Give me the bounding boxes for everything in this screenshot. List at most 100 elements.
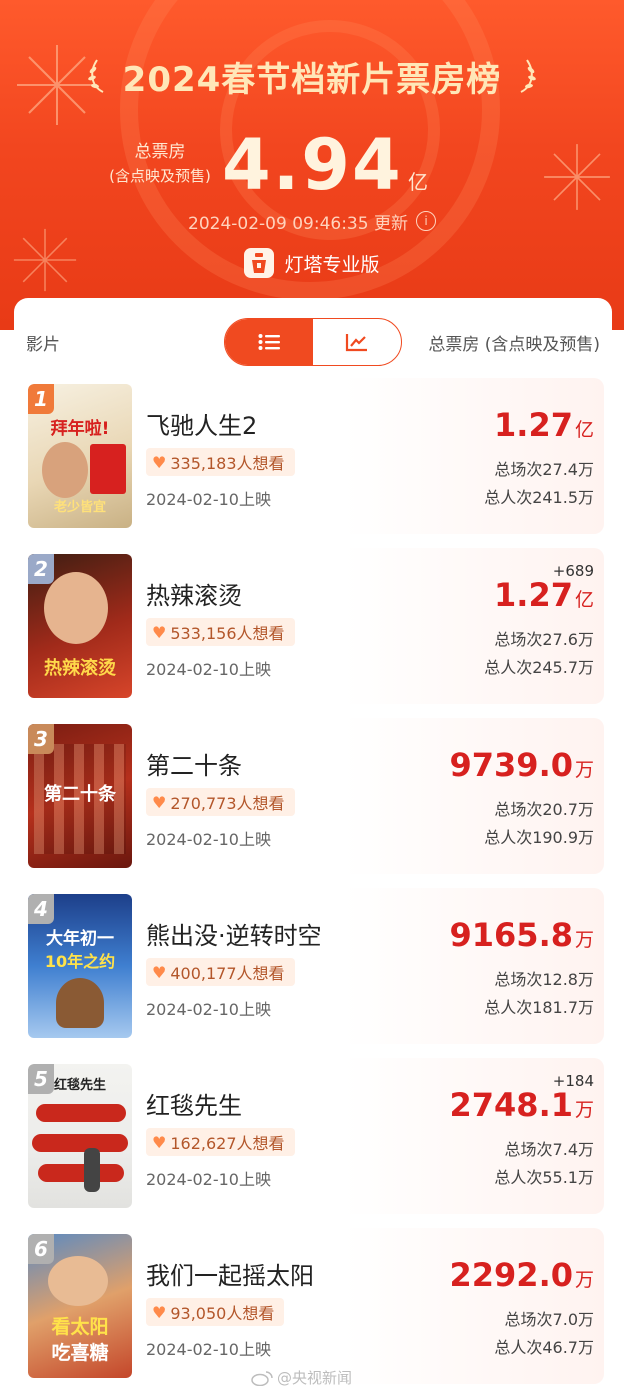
film-poster: 热辣滚烫 2: [28, 554, 132, 698]
film-row[interactable]: 第二十条 3 第二十条 ♥ 270,773人想看 2024-02-10上映 97…: [26, 718, 604, 874]
brand-name: 灯塔专业版: [284, 253, 380, 276]
film-row[interactable]: 看太阳 吃喜糖 6 我们一起摇太阳 ♥ 93,050人想看 2024-02-10…: [26, 1228, 604, 1384]
want-to-see-badge: ♥ 93,050人想看: [146, 1298, 285, 1326]
total-shows: 总场次12.8万: [494, 970, 594, 989]
release-date: 2024-02-10上映: [146, 830, 271, 849]
film-poster: 大年初一 10年之约 4: [28, 894, 132, 1038]
total-shows: 总场次20.7万: [494, 800, 594, 819]
heart-icon: ♥: [152, 962, 167, 982]
total-unit: 亿: [408, 170, 428, 194]
heart-icon: ♥: [152, 622, 167, 642]
poster-text: 第二十条: [44, 784, 116, 805]
poster-text: 拜年啦!: [50, 419, 110, 439]
rank-badge: 2: [28, 554, 54, 584]
page-title: 2024春节档新片票房榜: [122, 59, 502, 100]
laurel-left-icon: [87, 59, 104, 93]
film-title: 红毯先生: [146, 1092, 242, 1120]
release-date: 2024-02-10上映: [146, 1170, 271, 1189]
gross-value: 2748.1 万: [449, 1086, 595, 1124]
gross-value: 9739.0 万: [449, 746, 595, 784]
poster-figure: [48, 1256, 108, 1306]
column-total-gross: 总票房 (含点映及预售): [428, 335, 600, 355]
total-shows: 总场次7.0万: [504, 1310, 594, 1329]
heart-icon: ♥: [152, 792, 167, 812]
poster-figure: [84, 1148, 100, 1192]
film-row[interactable]: 大年初一 10年之约 4 熊出没·逆转时空 ♥ 400,177人想看 2024-…: [26, 888, 604, 1044]
want-to-see-badge: ♥ 162,627人想看: [146, 1128, 295, 1156]
column-film: 影片: [26, 335, 60, 355]
update-time: 2024-02-09 09:46:35 更新: [188, 213, 408, 234]
gross-value: 1.27 亿: [494, 406, 594, 444]
gross-value: 9165.8 万: [449, 916, 595, 954]
poster-text: 吃喜糖: [51, 1342, 109, 1364]
total-admissions: 总人次241.5万: [484, 488, 594, 507]
total-label-note: (含点映及预售): [109, 167, 211, 185]
film-title: 我们一起摇太阳: [146, 1262, 314, 1290]
poster-text: 10年之约: [44, 952, 116, 971]
watermark: @央视新闻: [251, 1367, 352, 1388]
ranking-card: 影片 总票房 (含点映及预售) 拜年啦! 老少皆宜 1 飞驰人生2 ♥ 335,…: [14, 298, 612, 1396]
table-header: 影片 总票房 (含点映及预售): [14, 316, 612, 368]
poster-figure: [44, 572, 108, 644]
release-date: 2024-02-10上映: [146, 1000, 271, 1019]
total-shows: 总场次27.6万: [494, 630, 594, 649]
poster-text: 热辣滚烫: [44, 658, 116, 679]
film-title: 第二十条: [146, 752, 242, 780]
total-label: 总票房: [134, 142, 186, 162]
film-title: 熊出没·逆转时空: [146, 922, 322, 950]
poster-carpet: [32, 1134, 128, 1152]
chart-view-button[interactable]: [313, 319, 401, 365]
update-time-row: 2024-02-09 09:46:35 更新 i: [0, 206, 624, 236]
want-count: 533,156人想看: [170, 624, 285, 643]
rank-badge: 4: [28, 894, 54, 924]
film-poster: 看太阳 吃喜糖 6: [28, 1234, 132, 1378]
total-box-office: 总票房 (含点映及预售) 4.94 亿: [0, 118, 624, 206]
want-to-see-badge: ♥ 335,183人想看: [146, 448, 295, 476]
poster-bear: [56, 978, 104, 1028]
trend-chart-icon: [345, 334, 367, 352]
release-date: 2024-02-10上映: [146, 1340, 271, 1359]
film-poster: 红毯先生 5: [28, 1064, 132, 1208]
want-count: 162,627人想看: [170, 1134, 285, 1153]
total-shows: 总场次7.4万: [504, 1140, 594, 1159]
want-to-see-badge: ♥ 400,177人想看: [146, 958, 295, 986]
poster-carpet: [38, 1164, 124, 1182]
total-shows: 总场次27.4万: [494, 460, 594, 479]
film-row[interactable]: 热辣滚烫 2 热辣滚烫 ♥ 533,156人想看 2024-02-10上映 +6…: [26, 548, 604, 704]
want-count: 400,177人想看: [170, 964, 285, 983]
watermark-text: @央视新闻: [276, 1369, 352, 1387]
gross-value: 1.27 亿: [494, 576, 594, 614]
film-row[interactable]: 拜年啦! 老少皆宜 1 飞驰人生2 ♥ 335,183人想看 2024-02-1…: [26, 378, 604, 534]
poster-sign: [90, 444, 126, 494]
total-admissions: 总人次181.7万: [484, 998, 594, 1017]
rank-badge: 5: [28, 1064, 54, 1094]
want-count: 335,183人想看: [170, 454, 285, 473]
want-count: 93,050人想看: [170, 1304, 275, 1323]
poster-carpet: [36, 1104, 126, 1122]
heart-icon: ♥: [152, 452, 167, 472]
film-row[interactable]: 红毯先生 5 红毯先生 ♥ 162,627人想看 2024-02-10上映 +1…: [26, 1058, 604, 1214]
header-banner: 2024春节档新片票房榜 总票房 (含点映及预售) 4.94 亿 2024-02…: [0, 0, 624, 330]
rank-badge: 6: [28, 1234, 54, 1264]
laurel-right-icon: [520, 59, 537, 93]
rank-badge: 3: [28, 724, 54, 754]
total-admissions: 总人次46.7万: [494, 1338, 594, 1357]
total-admissions: 总人次55.1万: [494, 1168, 594, 1187]
want-to-see-badge: ♥ 270,773人想看: [146, 788, 295, 816]
list-view-button[interactable]: [225, 319, 313, 365]
poster-text: 大年初一: [46, 929, 114, 949]
heart-icon: ♥: [152, 1132, 167, 1152]
film-poster: 拜年啦! 老少皆宜 1: [28, 384, 132, 528]
heart-icon: ♥: [152, 1302, 167, 1322]
total-admissions: 总人次190.9万: [484, 828, 594, 847]
total-admissions: 总人次245.7万: [484, 658, 594, 677]
release-date: 2024-02-10上映: [146, 660, 271, 679]
poster-figure: [42, 442, 88, 498]
poster-text: 看太阳: [51, 1316, 109, 1338]
info-icon[interactable]: i: [415, 211, 436, 231]
film-title: 飞驰人生2: [146, 412, 258, 440]
release-date: 2024-02-10上映: [146, 490, 271, 509]
rank-badge: 1: [28, 384, 54, 414]
weibo-icon: [251, 1370, 273, 1386]
brand: 灯塔专业版: [0, 245, 624, 281]
